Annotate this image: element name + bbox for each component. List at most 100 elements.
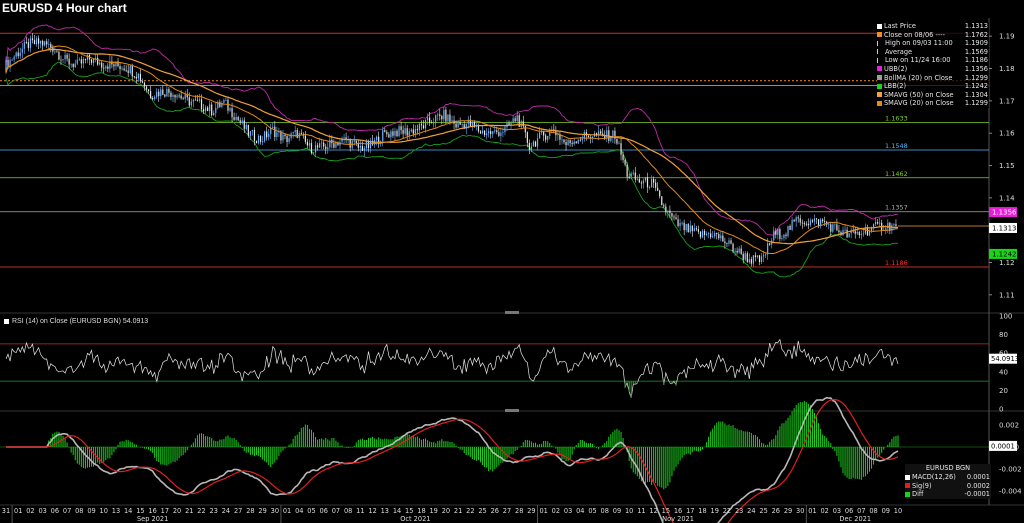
x-tick-label: 15 (136, 507, 144, 515)
candle-body (314, 145, 317, 153)
candle-body (483, 130, 486, 136)
x-tick-label: 18 (698, 507, 706, 515)
candle-body (31, 38, 34, 41)
x-tick-label: 10 (894, 507, 902, 515)
candle-body (257, 135, 260, 144)
legend-swatch-icon (905, 474, 910, 480)
candle-body (872, 224, 875, 228)
candle-body (402, 130, 404, 134)
candle-body (675, 217, 677, 220)
candle-body (288, 138, 290, 142)
candle-body (422, 125, 425, 129)
legend-value: 1.1356 (964, 64, 988, 73)
x-tick-label: 23 (735, 507, 743, 515)
candle-body (176, 95, 178, 98)
candle-body (237, 117, 239, 121)
candle-body (304, 135, 306, 142)
candle-body (703, 230, 706, 236)
candle-body (813, 218, 816, 222)
candle-body (125, 70, 127, 72)
candle-body (773, 230, 775, 241)
candle-body (618, 143, 620, 145)
candle-body (740, 248, 742, 254)
x-tick-label: 08 (344, 507, 352, 515)
candle-body (856, 232, 858, 234)
candle-body (443, 109, 445, 120)
macd-tick-label: -0.002 (999, 466, 1022, 474)
candle-body (492, 131, 494, 135)
candle-body (697, 229, 700, 232)
candle-body (182, 98, 184, 100)
candle-body (879, 222, 881, 224)
macd-badge-label: 0.0001 (991, 442, 1015, 450)
candle-body (162, 89, 164, 95)
candle-body (895, 224, 897, 226)
candle-body (669, 210, 671, 214)
legend-swatch-icon (877, 75, 882, 81)
legend-row: UBB(2) 1.1356 (877, 65, 989, 74)
candle-body (396, 130, 398, 137)
candle-body (874, 222, 877, 225)
candle-body (777, 229, 779, 235)
candle-body (35, 38, 38, 45)
candle-body (769, 243, 771, 245)
x-tick-label: 17 (161, 507, 169, 515)
legend-swatch-icon (905, 491, 910, 497)
candle-body (400, 126, 402, 131)
candle-body (449, 114, 451, 122)
candle-body (113, 64, 115, 67)
candle-body (799, 218, 801, 223)
candle-body (695, 228, 697, 230)
candle-body (229, 108, 231, 111)
candle-body (308, 143, 311, 146)
candle-body (746, 253, 748, 263)
price-tick-label: 1.18 (999, 65, 1015, 73)
candle-body (665, 206, 667, 213)
legend-label: UBB(2) (884, 64, 908, 73)
legend-row: Last Price 1.1313 (877, 22, 989, 31)
x-tick-label: 06 (320, 507, 328, 515)
candle-body (355, 140, 357, 143)
candle-body (129, 66, 131, 73)
candle-body (622, 154, 624, 160)
price-tick-label: 1.11 (999, 291, 1015, 299)
candle-body (667, 210, 669, 213)
candle-body (349, 139, 351, 148)
candle-body (862, 233, 864, 235)
legend-value: 0.0002 (966, 481, 990, 490)
x-tick-label: 27 (234, 507, 242, 515)
x-tick-label: 15 (405, 507, 413, 515)
candle-body (877, 222, 879, 224)
candle-body (19, 52, 21, 57)
x-tick-label: 13 (381, 507, 389, 515)
candle-body (84, 58, 87, 60)
candle-body (730, 240, 732, 244)
candle-body (198, 99, 201, 101)
legend-swatch-icon (877, 32, 882, 38)
candle-body (428, 117, 431, 123)
legend-value: -0.0001 (964, 490, 990, 499)
x-tick-label: 27 (503, 507, 511, 515)
candle-body (809, 220, 812, 226)
candle-body (457, 122, 459, 128)
candle-body (661, 196, 663, 206)
legend-row: BollMA (20) on Close 1.1299 (877, 74, 989, 83)
candle-body (842, 229, 844, 236)
candle-body (388, 134, 390, 138)
candle-body (834, 224, 836, 226)
candle-body (522, 121, 524, 127)
candle-body (90, 59, 93, 63)
x-tick-label: 07 (63, 507, 71, 515)
legend-value: 1.1909 (964, 39, 988, 48)
candle-body (131, 66, 133, 77)
candle-body (785, 234, 787, 237)
candle-body (750, 259, 752, 264)
candle-body (565, 142, 567, 146)
x-tick-label: 01 (539, 507, 547, 515)
x-tick-label: 30 (796, 507, 804, 515)
candle-body (866, 228, 869, 236)
candle-body (791, 219, 793, 230)
candle-body (628, 176, 630, 178)
price-tick-label: 1.12 (999, 259, 1015, 267)
candle-body (333, 143, 335, 148)
